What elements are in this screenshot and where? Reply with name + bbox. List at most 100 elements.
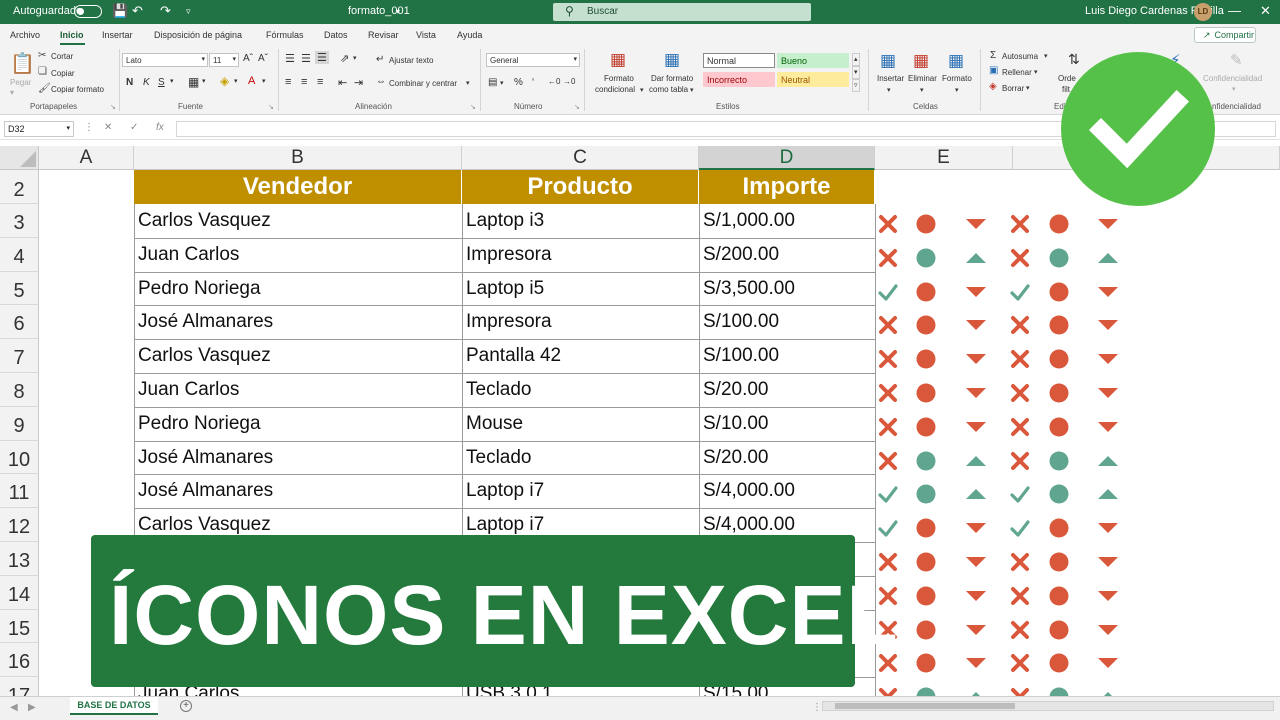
- row-header[interactable]: 12: [0, 508, 39, 542]
- styles-scroll-down-icon[interactable]: ▾: [852, 66, 860, 79]
- conditional-format-icon[interactable]: ▦: [610, 50, 626, 70]
- borders-icon[interactable]: ▦: [188, 75, 199, 89]
- cell-vendedor[interactable]: José Almanares: [134, 441, 462, 475]
- format-table-label-2[interactable]: como tabla: [649, 85, 688, 94]
- fill-chevron-icon[interactable]: ▾: [1034, 68, 1038, 76]
- customize-qat-icon[interactable]: ▿: [186, 6, 191, 17]
- cell-importe[interactable]: S/3,500.00: [699, 272, 875, 306]
- cell-vendedor[interactable]: José Almanares: [134, 305, 462, 339]
- cell-producto[interactable]: Laptop i5: [462, 272, 699, 306]
- cell-importe[interactable]: S/100.00: [699, 305, 875, 339]
- style-neutral[interactable]: Neutral: [777, 72, 849, 87]
- cell-importe[interactable]: S/10.00: [699, 407, 875, 441]
- merge-chevron-icon[interactable]: ▾: [466, 79, 470, 87]
- bold-button[interactable]: N: [126, 77, 133, 88]
- format-as-table-icon[interactable]: ▦: [664, 50, 680, 70]
- tab-revisar[interactable]: Revisar: [368, 30, 399, 40]
- redo-icon[interactable]: ↷: [160, 3, 171, 19]
- increase-decimal-icon[interactable]: ←0: [548, 77, 560, 86]
- close-icon[interactable]: ✕: [1260, 3, 1271, 19]
- align-right-icon[interactable]: ≡: [317, 76, 323, 88]
- cell-producto[interactable]: Impresora: [462, 305, 699, 339]
- increase-indent-icon[interactable]: ⇥: [354, 76, 363, 89]
- row-header[interactable]: 5: [0, 271, 39, 306]
- row-header[interactable]: 15: [0, 609, 39, 644]
- select-all-corner[interactable]: [0, 146, 39, 170]
- decrease-decimal-icon[interactable]: →0: [563, 77, 575, 86]
- format-cells-icon[interactable]: ▦: [948, 51, 964, 71]
- font-size-select[interactable]: 11 ▾: [209, 53, 239, 67]
- cond-format-chevron-icon[interactable]: ▾: [640, 86, 644, 94]
- cell-producto[interactable]: Laptop i3: [462, 204, 699, 238]
- font-launcher-icon[interactable]: ↘: [268, 103, 274, 111]
- format-painter-label[interactable]: Copiar formato: [51, 85, 104, 94]
- percent-icon[interactable]: %: [514, 77, 523, 88]
- number-launcher-icon[interactable]: ↘: [574, 103, 580, 111]
- merge-center-label[interactable]: Combinar y centrar: [389, 79, 457, 88]
- save-icon[interactable]: 💾: [112, 3, 128, 19]
- cell-importe[interactable]: S/20.00: [699, 373, 875, 407]
- row-header[interactable]: 16: [0, 643, 39, 678]
- undo-icon[interactable]: ↶: [132, 3, 143, 19]
- row-header[interactable]: 9: [0, 406, 39, 441]
- cell-vendedor[interactable]: Juan Carlos: [134, 238, 462, 272]
- next-sheet-icon[interactable]: ▶: [28, 702, 36, 713]
- tab-split-icon[interactable]: ⋮: [812, 702, 822, 713]
- align-top-icon[interactable]: ☰: [285, 52, 295, 65]
- cell-vendedor[interactable]: Pedro Noriega: [134, 407, 462, 441]
- sensitivity-chevron-icon[interactable]: ▾: [1232, 85, 1236, 93]
- tab-inicio[interactable]: Inicio: [60, 30, 84, 40]
- cell-importe[interactable]: S/20.00: [699, 441, 875, 475]
- clear-label[interactable]: Borrar: [1002, 84, 1024, 93]
- paste-icon[interactable]: 📋: [10, 51, 35, 76]
- autosum-label[interactable]: Autosuma: [1002, 52, 1038, 61]
- clear-icon[interactable]: ◈: [989, 81, 997, 92]
- fill-color-icon[interactable]: ◈: [220, 74, 229, 88]
- insert-function-icon[interactable]: fx: [156, 122, 164, 133]
- cancel-icon[interactable]: ✕: [104, 122, 112, 133]
- fill-label[interactable]: Rellenar: [1002, 68, 1032, 77]
- style-normal[interactable]: Normal: [703, 53, 775, 68]
- cell-producto[interactable]: Laptop i7: [462, 474, 699, 508]
- cell-producto[interactable]: Teclado: [462, 373, 699, 407]
- underline-chevron-icon[interactable]: ▾: [170, 77, 174, 85]
- column-header-e[interactable]: E: [875, 146, 1013, 170]
- cell-vendedor[interactable]: Carlos Vasquez: [134, 204, 462, 238]
- align-middle-icon[interactable]: ☰: [301, 52, 311, 65]
- tab-archivo[interactable]: Archivo: [10, 30, 40, 40]
- style-good[interactable]: Bueno: [777, 53, 849, 68]
- comma-style-icon[interactable]: ‘: [532, 77, 534, 88]
- tab-vista[interactable]: Vista: [416, 30, 436, 40]
- tab-formulas[interactable]: Fórmulas: [266, 30, 304, 40]
- delete-chevron-icon[interactable]: ▾: [920, 86, 924, 94]
- cond-format-label-1[interactable]: Formato: [604, 74, 634, 83]
- decrease-indent-icon[interactable]: ⇤: [338, 76, 347, 89]
- clipboard-launcher-icon[interactable]: ↘: [110, 103, 116, 111]
- align-left-icon[interactable]: ≡: [285, 76, 291, 88]
- insert-label[interactable]: Insertar: [877, 74, 904, 83]
- header-cell-vendedor[interactable]: Vendedor: [134, 170, 462, 204]
- cell-vendedor[interactable]: José Almanares: [134, 474, 462, 508]
- font-color-chevron-icon[interactable]: ▾: [262, 77, 266, 85]
- alignment-launcher-icon[interactable]: ↘: [470, 103, 476, 111]
- wrap-text-icon[interactable]: ↵: [376, 54, 384, 65]
- row-header[interactable]: 7: [0, 339, 39, 373]
- format-table-chevron-icon[interactable]: ▾: [690, 86, 694, 94]
- autosave-toggle[interactable]: [74, 5, 102, 18]
- row-header[interactable]: 11: [0, 474, 39, 509]
- number-format-select[interactable]: General ▾: [486, 53, 580, 67]
- sensitivity-icon[interactable]: ✎: [1230, 51, 1243, 69]
- increase-font-icon[interactable]: Aˆ: [243, 53, 253, 64]
- cell-importe[interactable]: S/100.00: [699, 339, 875, 373]
- styles-scroll-up-icon[interactable]: ▴: [852, 53, 860, 66]
- cell-importe[interactable]: S/1,000.00: [699, 204, 875, 238]
- format-label[interactable]: Formato: [942, 74, 972, 83]
- borders-chevron-icon[interactable]: ▾: [202, 77, 206, 85]
- cell-producto[interactable]: Pantalla 42: [462, 339, 699, 373]
- cell-producto[interactable]: Teclado: [462, 441, 699, 475]
- decrease-font-icon[interactable]: Aˇ: [258, 53, 268, 64]
- enter-icon[interactable]: ✓: [130, 122, 138, 133]
- clear-chevron-icon[interactable]: ▾: [1026, 84, 1030, 92]
- copy-icon[interactable]: ❏: [38, 66, 47, 77]
- minimize-icon[interactable]: —: [1228, 3, 1241, 18]
